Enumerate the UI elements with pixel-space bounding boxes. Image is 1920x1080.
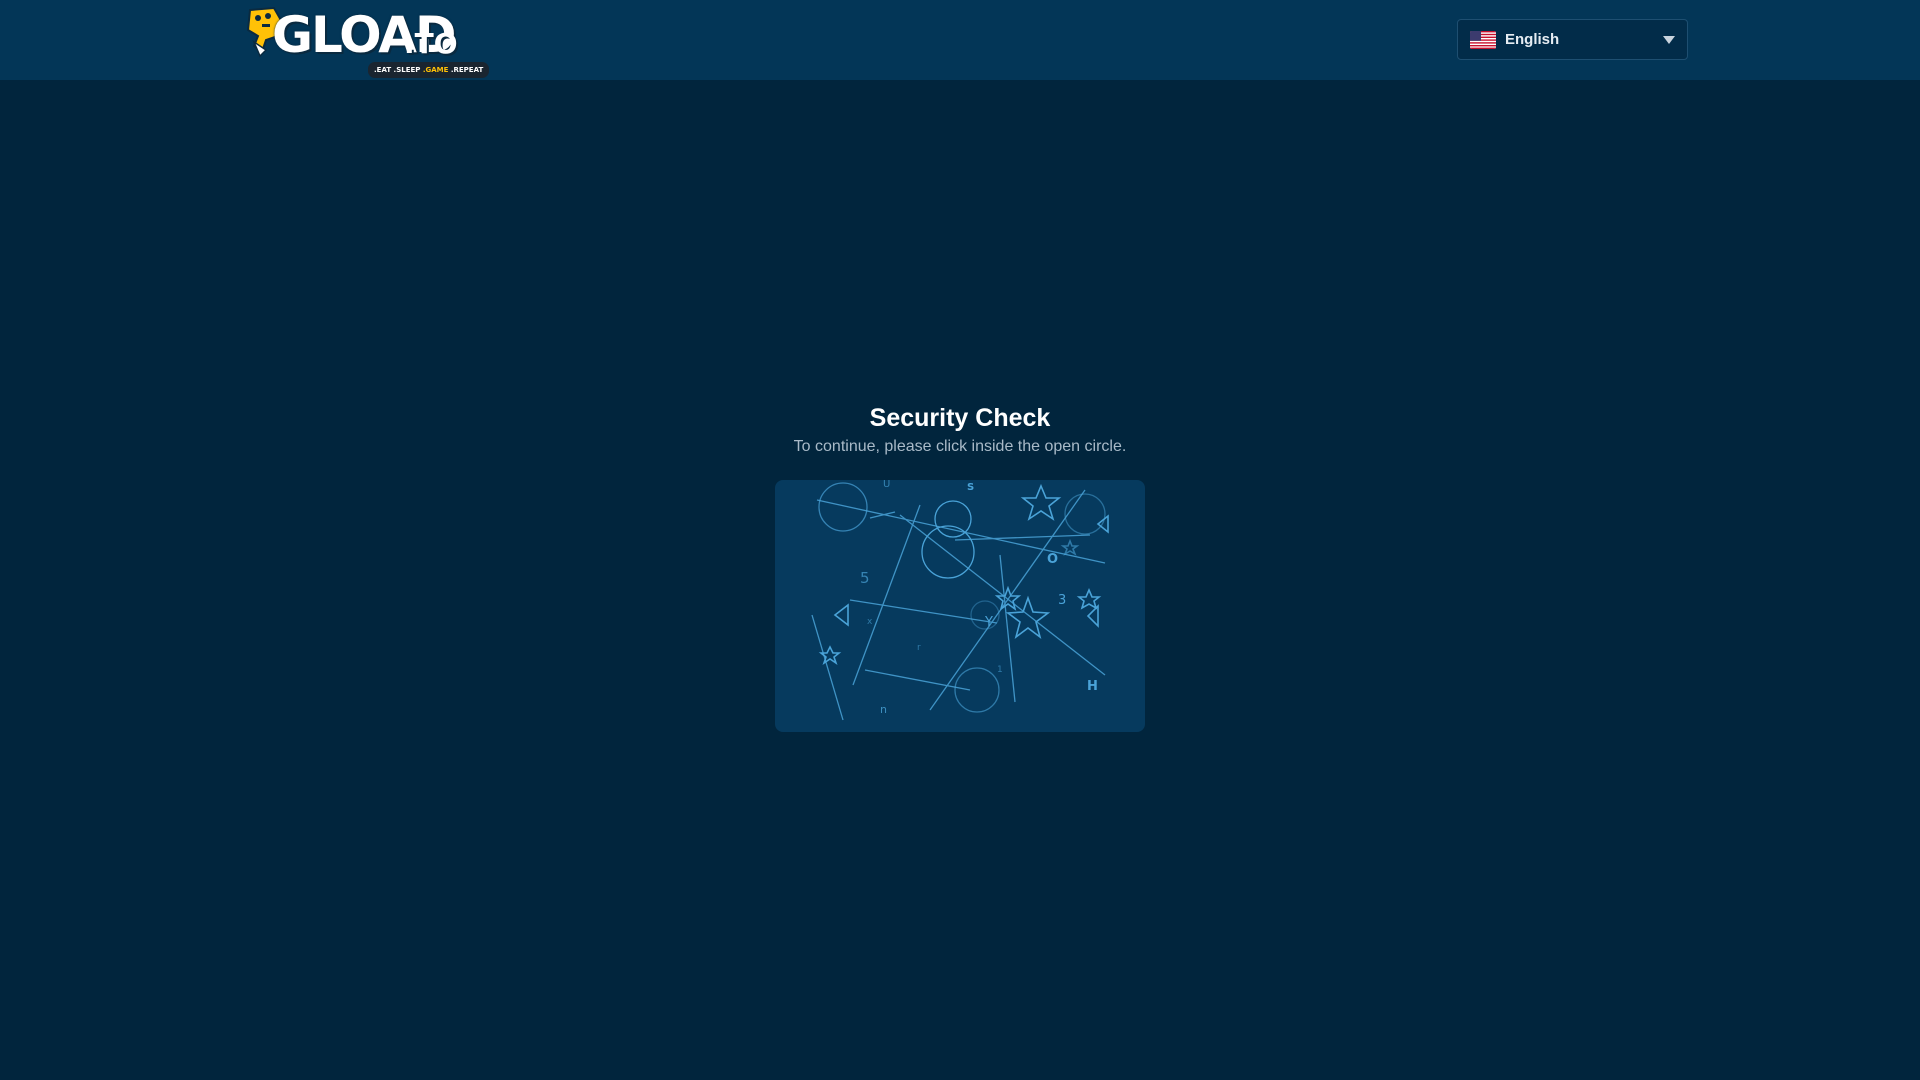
svg-text:1: 1 <box>997 665 1003 675</box>
language-dropdown[interactable]: English <box>1457 19 1688 60</box>
logo-tagline: .EAT .SLEEP .GAME .REPEAT <box>368 62 490 78</box>
svg-text:5: 5 <box>860 569 870 587</box>
svg-text:U: U <box>883 480 890 490</box>
us-flag-icon <box>1470 31 1496 49</box>
svg-text:r: r <box>917 643 921 653</box>
captcha-drawing: 5 Y H U S O 3 n x r 1 <box>811 480 1109 721</box>
svg-text:Y: Y <box>984 615 993 630</box>
logo-suffix: .TO <box>404 27 458 60</box>
security-instruction: To continue, please click inside the ope… <box>793 438 1127 455</box>
svg-text:n: n <box>880 703 887 716</box>
svg-text:x: x <box>867 617 873 627</box>
top-header: GLOAD .TO .EAT .SLEEP .GAME .REPEAT Engl… <box>0 0 1920 80</box>
language-label: English <box>1505 31 1560 48</box>
svg-text:H: H <box>1087 679 1098 694</box>
svg-text:3: 3 <box>1058 593 1066 608</box>
captcha-image[interactable]: 5 Y H U S O 3 n x r 1 <box>775 480 1145 732</box>
site-logo[interactable]: GLOAD .TO .EAT .SLEEP .GAME .REPEAT <box>244 4 490 78</box>
page-title: Security Check <box>869 404 1051 432</box>
svg-text:S: S <box>967 482 974 493</box>
svg-text:O: O <box>1047 552 1058 567</box>
chevron-down-icon <box>1663 36 1675 44</box>
